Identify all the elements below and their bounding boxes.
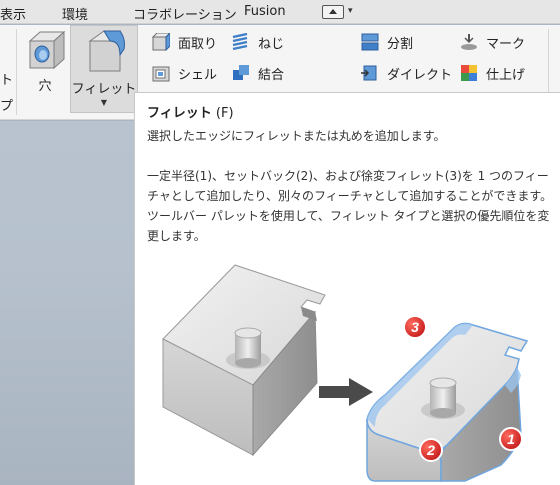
block-before (162, 264, 326, 457)
shell-label: シェル (178, 68, 218, 83)
combine-button[interactable]: 結合 (232, 62, 302, 84)
chamfer-button[interactable]: 面取り (152, 31, 232, 53)
cut-label-top: ト (0, 73, 14, 88)
menu-collaboration[interactable]: コラボレーション (133, 4, 237, 23)
fillet-label: フィレット (71, 82, 137, 97)
chamfer-icon (152, 33, 170, 51)
combine-label: 結合 (258, 68, 285, 83)
mark-label: マーク (486, 37, 526, 52)
keyboard-toggle-icon[interactable] (322, 5, 344, 19)
shell-button[interactable]: シェル (152, 62, 232, 84)
split-label: 分割 (387, 37, 414, 52)
hole-label: 穴 (38, 79, 52, 94)
badge-2-label: 2 (426, 442, 435, 458)
badge-1: 1 (499, 427, 523, 451)
chevron-down-icon[interactable]: ▾ (348, 6, 353, 16)
mark-button[interactable]: マーク (460, 31, 540, 53)
shell-icon (152, 66, 170, 82)
fillet-icon (88, 30, 125, 72)
chamfer-label: 面取り (178, 37, 218, 52)
tooltip-desc-line-2: チャとして追加したり、別々のフィーチャとして追加することができます。 (147, 189, 553, 203)
direct-edit-icon (361, 65, 377, 81)
arrow-right-icon (319, 378, 373, 406)
design-canvas[interactable] (0, 121, 134, 485)
badge-1-label: 1 (507, 431, 515, 447)
menu-fusion[interactable]: Fusion (244, 4, 286, 19)
block-after (366, 322, 529, 482)
fillet-tooltip: フィレット (F) 選択したエッジにフィレットまたは丸めを追加します。 一定半径… (134, 92, 560, 485)
direct-edit-button[interactable]: ダイレクト (361, 62, 453, 84)
tooltip-summary: 選択したエッジにフィレットまたは丸めを追加します。 (147, 129, 446, 143)
fillet-button[interactable]: フィレット ▼ (70, 25, 138, 113)
appearance-label: 仕上げ (486, 68, 526, 83)
chevron-down-icon[interactable]: ▼ (71, 98, 137, 107)
mark-icon (461, 34, 477, 50)
thread-button[interactable]: ねじ (232, 31, 302, 53)
appearance-button[interactable]: 仕上げ (460, 62, 550, 84)
hole-button[interactable]: 穴 (16, 25, 74, 113)
thread-label: ねじ (258, 37, 285, 52)
tooltip-desc-line-1: 一定半径(1)、セットバック(2)、および徐変フィレット(3)を 1 つのフィー (147, 169, 549, 183)
tooltip-title: フィレット (F) (147, 102, 234, 121)
cut-label-bottom: プ (0, 99, 14, 114)
hole-icon (28, 30, 66, 70)
badge-3-label: 3 (411, 319, 419, 335)
menu-bar: 表示 環境 コラボレーション Fusion ▾ (0, 0, 560, 24)
thread-icon (232, 33, 248, 51)
split-button[interactable]: 分割 (361, 31, 441, 53)
menu-environment[interactable]: 環境 (62, 4, 88, 23)
fillet-illustration: 3 2 1 (162, 264, 529, 482)
appearance-icon (461, 65, 477, 81)
direct-edit-label: ダイレクト (387, 68, 453, 83)
badge-3: 3 (403, 315, 427, 339)
tooltip-desc-line-4: 更します。 (147, 229, 206, 243)
menu-view[interactable]: 表示 (0, 4, 26, 23)
tooltip-shortcut: (F) (215, 106, 234, 121)
tooltip-title-name: フィレット (147, 106, 212, 121)
tooltip-desc-line-3: ツールバー パレットを使用して、フィレット タイプと選択の優先順位を変 (147, 209, 550, 223)
combine-icon (233, 65, 249, 80)
badge-2: 2 (419, 438, 443, 462)
split-icon (361, 33, 379, 51)
